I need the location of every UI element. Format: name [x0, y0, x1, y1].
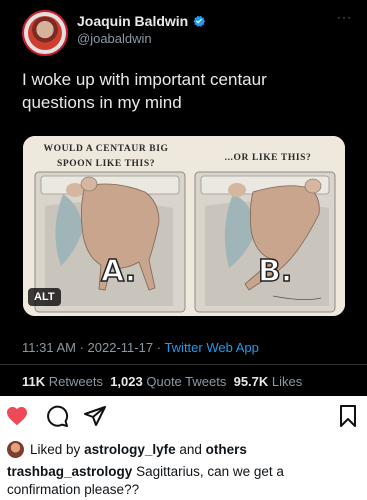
tweet-source[interactable]: Twitter Web App: [164, 340, 258, 355]
panel-label-b: B.: [257, 253, 293, 290]
post-actions: [0, 402, 367, 432]
liked-by-and: and: [179, 442, 202, 457]
author-avatar[interactable]: [22, 10, 68, 56]
alt-text-badge[interactable]: ALT: [28, 288, 61, 306]
liked-by-others[interactable]: others: [206, 442, 247, 457]
share-icon[interactable]: [83, 404, 107, 428]
quotes-label[interactable]: Quote Tweets: [146, 374, 226, 389]
author-name-row: Joaquin Baldwin: [77, 13, 206, 29]
retweets-count[interactable]: 11K: [22, 374, 45, 389]
liker-avatar[interactable]: [7, 441, 24, 458]
likes-count[interactable]: 95.7K: [234, 374, 269, 389]
post-caption: trashbag_astrology Sagittarius, can we g…: [7, 463, 359, 499]
likes-label[interactable]: Likes: [272, 374, 302, 389]
liked-by-user[interactable]: astrology_lyfe: [84, 442, 176, 457]
tweet-card: Joaquin Baldwin @joabaldwin ··· I woke u…: [0, 0, 367, 396]
tweet-text: I woke up with important centaur questio…: [22, 70, 267, 112]
heart-icon[interactable]: [5, 404, 29, 428]
liked-by-prefix: Liked by: [30, 442, 81, 457]
bookmark-icon[interactable]: [336, 404, 360, 428]
tweet-date[interactable]: 2022-11-17: [88, 340, 154, 355]
divider: [0, 364, 367, 365]
tweet-metadata: 11:31 AM · 2022-11-17 · Twitter Web App: [22, 340, 259, 355]
tweet-media[interactable]: Would a centaur big spoon like this? ...…: [23, 136, 345, 316]
verified-icon: [193, 15, 206, 27]
meta-separator: ·: [79, 340, 88, 355]
author-name[interactable]: Joaquin Baldwin: [77, 13, 188, 29]
retweets-label[interactable]: Retweets: [49, 374, 103, 389]
quotes-count[interactable]: 1,023: [110, 374, 143, 389]
caption-right: ...or like this?: [224, 153, 312, 163]
panel-label-a: A.: [100, 253, 137, 290]
comment-icon[interactable]: [45, 404, 69, 428]
caption-username[interactable]: trashbag_astrology: [7, 464, 132, 479]
more-options-icon[interactable]: ···: [337, 10, 352, 24]
author-handle[interactable]: @joabaldwin: [77, 31, 152, 46]
tweet-stats: 11K Retweets 1,023 Quote Tweets 95.7K Li…: [22, 374, 302, 389]
liked-by-row: Liked by astrology_lyfe and others: [7, 441, 247, 458]
caption-left: Would a centaur big spoon like this?: [43, 144, 169, 169]
tweet-time[interactable]: 11:31 AM: [22, 340, 76, 355]
